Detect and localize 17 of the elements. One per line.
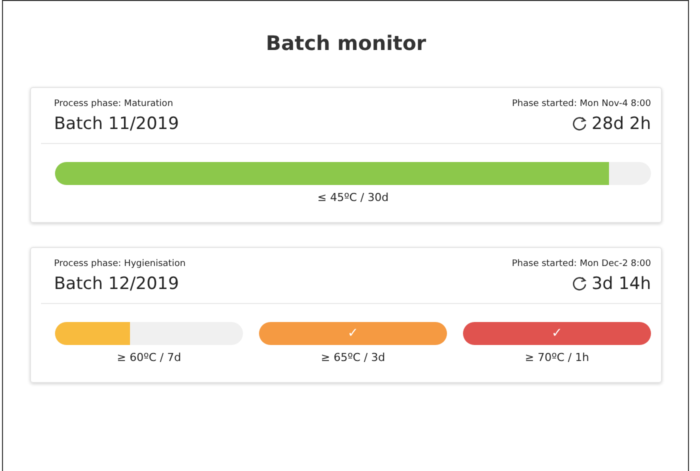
phase-started: Phase started: Mon Dec-2 8:00 <box>512 258 651 271</box>
elapsed-time: 3d 14h <box>592 272 651 296</box>
elapsed-time: 28d 2h <box>592 112 651 136</box>
check-mark: ✓ <box>552 326 562 340</box>
refresh-icon <box>570 115 588 132</box>
batch-name: Batch 12/2019 <box>54 272 179 296</box>
threshold-label: ≥ 60ºC / 7d <box>116 350 182 364</box>
phase-started: Phase started: Mon Nov-4 8:00 <box>512 98 651 111</box>
batch-name: Batch 11/2019 <box>54 112 179 136</box>
threshold-label: ≤ 45ºC / 30d <box>317 190 389 204</box>
check-mark: ✓ <box>348 326 358 340</box>
threshold-label: ≥ 65ºC / 3d <box>320 350 386 364</box>
refresh-icon <box>570 275 588 292</box>
threshold-label: ≥ 70ºC / 1h <box>524 350 590 364</box>
page-title: Batch monitor <box>266 31 426 55</box>
phase-label: Process phase: Hygienisation <box>54 258 186 271</box>
phase-label: Process phase: Maturation <box>54 98 174 111</box>
